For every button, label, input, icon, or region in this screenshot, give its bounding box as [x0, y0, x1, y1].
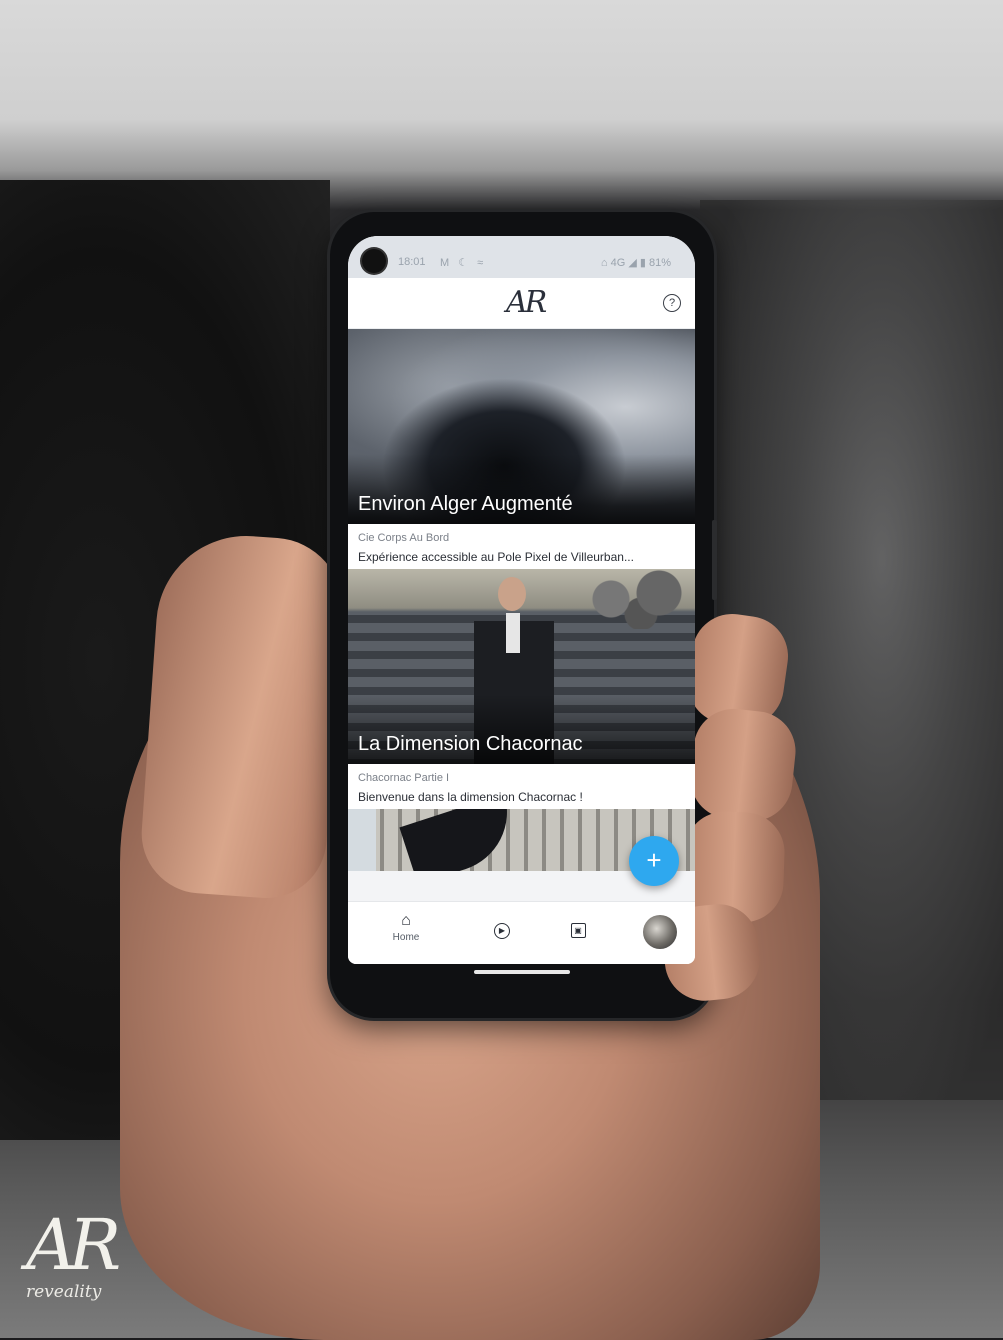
bottom-navigation: ⌂ Home ▶ ▣: [348, 901, 695, 964]
phone-screen: 18:01 M ☾ ≈ ⌂ 4G ◢ ▮ 81% AR ? Environ Al…: [348, 236, 695, 964]
front-camera: [362, 249, 386, 273]
watermark-logo: AR: [26, 1204, 121, 1286]
rocks: [575, 569, 695, 629]
play-icon: ▶: [494, 923, 510, 939]
notification-icons: M ☾ ≈: [440, 257, 487, 269]
nav-gallery[interactable]: ▣: [548, 920, 608, 938]
help-icon[interactable]: ?: [663, 294, 681, 312]
card-author: Chacornac Partie I: [358, 772, 450, 784]
card-author: Cie Corps Au Bord: [358, 532, 450, 544]
phone-side-button: [712, 520, 717, 600]
man-shirt: [506, 613, 520, 653]
watermark-name: reveality: [26, 1282, 102, 1302]
man-head: [498, 577, 526, 611]
nav-experiences[interactable]: ▶: [472, 920, 532, 939]
home-indicator[interactable]: [474, 970, 570, 974]
status-time: 18:01: [398, 256, 426, 268]
app-logo: AR: [506, 285, 547, 320]
thumb: [137, 529, 348, 903]
card-title: La Dimension Chacornac: [358, 733, 583, 755]
app-bar: AR ?: [348, 278, 695, 329]
card-image[interactable]: Environ Alger Augmenté: [348, 329, 695, 524]
card-description: Expérience accessible au Pole Pixel de V…: [358, 550, 634, 564]
card-image[interactable]: La Dimension Chacornac: [348, 569, 695, 764]
card-info: Cie Corps Au Bord Expérience accessible …: [348, 524, 695, 569]
status-bar: 18:01 M ☾ ≈ ⌂ 4G ◢ ▮ 81%: [348, 236, 695, 278]
profile-avatar[interactable]: [643, 915, 677, 949]
gallery-icon: ▣: [570, 923, 586, 938]
card-info: Chacornac Partie I Bienvenue dans la dim…: [348, 764, 695, 809]
experience-feed[interactable]: Environ Alger Augmenté Cie Corps Au Bord…: [348, 329, 695, 901]
experience-card[interactable]: Environ Alger Augmenté Cie Corps Au Bord…: [348, 329, 695, 569]
finger: [686, 704, 800, 826]
bird-silhouette: [399, 809, 523, 871]
status-right-icons: ⌂ 4G ◢ ▮ 81%: [600, 257, 671, 269]
card-description: Bienvenue dans la dimension Chacornac !: [358, 790, 583, 804]
nav-home-label: Home: [392, 932, 420, 943]
home-icon: ⌂: [401, 912, 411, 929]
experience-card[interactable]: La Dimension Chacornac Chacornac Partie …: [348, 569, 695, 809]
nav-home[interactable]: ⌂ Home: [376, 912, 436, 943]
watermark: AR reveality: [26, 1204, 121, 1302]
card-title: Environ Alger Augmenté: [358, 493, 573, 515]
add-button[interactable]: +: [629, 836, 679, 886]
